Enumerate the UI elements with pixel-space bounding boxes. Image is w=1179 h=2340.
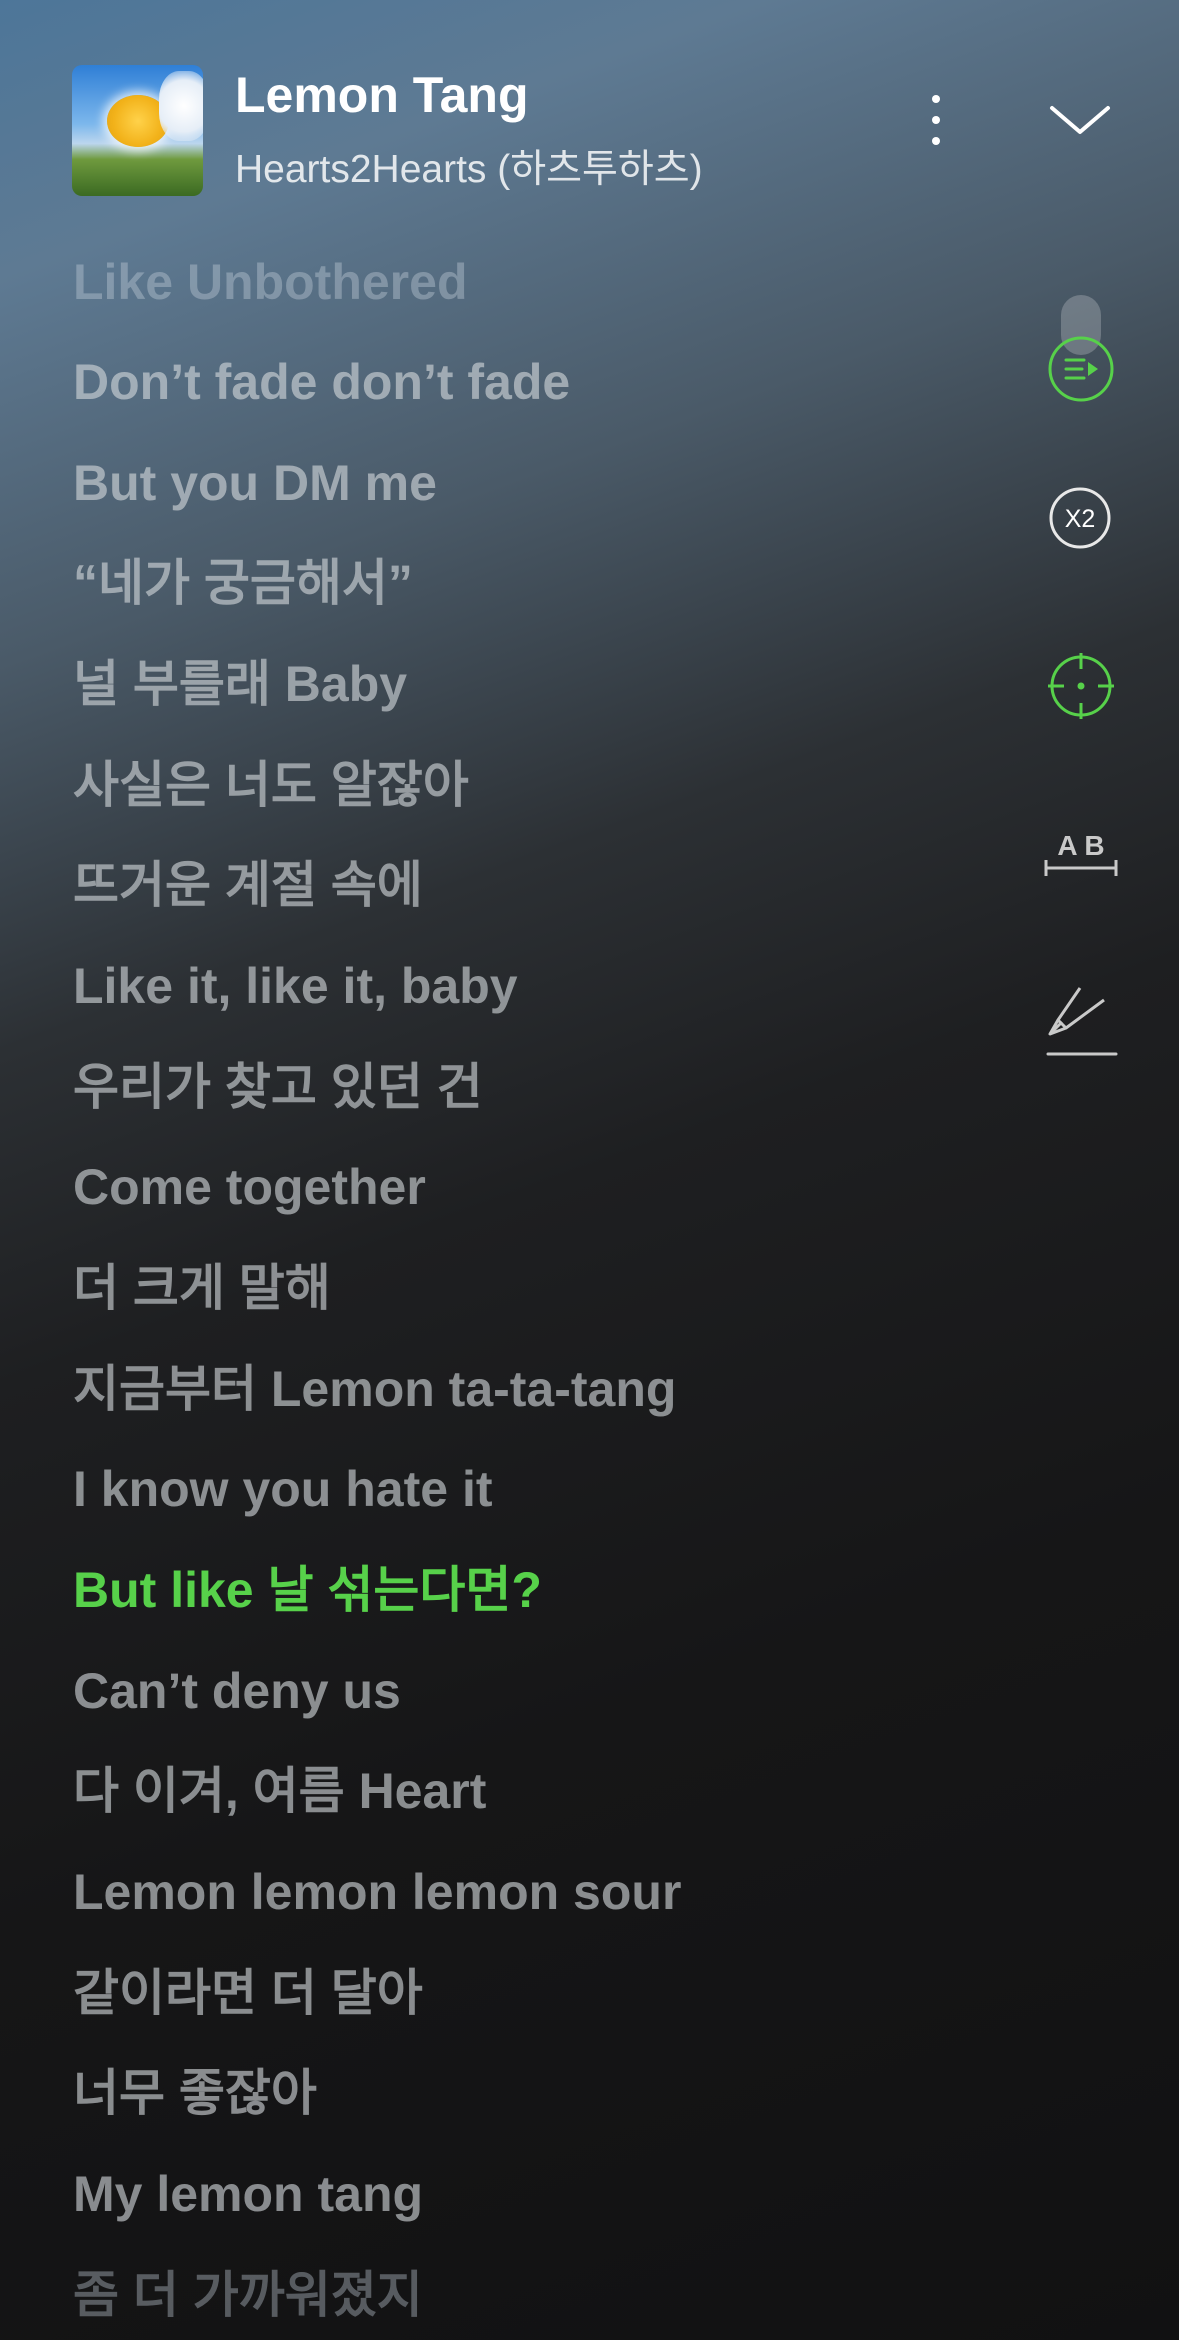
- font-size-label: A B: [1057, 830, 1104, 861]
- lyric-line[interactable]: 우리가 찾고 있던 건: [73, 1057, 483, 1117]
- collapse-button[interactable]: [1040, 90, 1120, 150]
- font-size-button[interactable]: A B: [1040, 822, 1122, 882]
- chevron-down-icon: [1050, 106, 1110, 134]
- album-art-cloud: [159, 71, 203, 141]
- highlighter-pen-icon: [1046, 987, 1118, 1056]
- lyric-line[interactable]: My lemon tang: [73, 2164, 423, 2224]
- player-header: Lemon Tang Hearts2Hearts (하츠투하츠): [0, 0, 1179, 240]
- lyric-line[interactable]: Can’t deny us: [73, 1661, 401, 1721]
- lyric-line[interactable]: 다 이겨, 여름 Heart: [73, 1761, 486, 1821]
- artist-name[interactable]: Hearts2Hearts (하츠투하츠): [235, 138, 703, 194]
- auto-scroll-play-icon: [1048, 336, 1114, 402]
- focus-current-line-button[interactable]: [1046, 651, 1116, 721]
- speed-label: X2: [1065, 505, 1096, 533]
- text-size-ab-icon: A B: [1044, 830, 1118, 876]
- speed-x2-button[interactable]: X2: [1048, 486, 1112, 550]
- lyric-line[interactable]: Don’t fade don’t fade: [73, 352, 570, 412]
- lyric-line-current[interactable]: But like 날 섞는다면?: [73, 1560, 542, 1620]
- lyric-line[interactable]: 더 크게 말해: [73, 1258, 331, 1318]
- highlight-button[interactable]: [1040, 980, 1122, 1062]
- lyric-line[interactable]: But you DM me: [73, 453, 437, 513]
- lyric-line[interactable]: 사실은 너도 알잖아: [73, 755, 469, 815]
- lyric-line[interactable]: 같이라면 더 달아: [73, 1963, 423, 2023]
- more-dot: [932, 137, 940, 145]
- lyric-line[interactable]: Like it, like it, baby: [73, 956, 518, 1016]
- lyric-line[interactable]: Come together: [73, 1157, 426, 1217]
- crosshair-focus-icon: [1048, 653, 1114, 719]
- speed-x2-icon: X2: [1049, 487, 1111, 549]
- lyric-line[interactable]: 널 부를래 Baby: [73, 654, 407, 714]
- lyric-line[interactable]: I know you hate it: [73, 1459, 492, 1519]
- lyric-line[interactable]: “네가 궁금해서”: [73, 553, 413, 613]
- more-vertical-icon: [932, 95, 940, 103]
- more-dot: [932, 116, 940, 124]
- album-art[interactable]: [72, 65, 203, 196]
- lyric-line[interactable]: 뜨거운 계절 속에: [73, 855, 423, 915]
- lyric-line[interactable]: Like Unbothered: [73, 252, 467, 312]
- lyric-line[interactable]: Lemon lemon lemon sour: [73, 1862, 681, 1922]
- track-title: Lemon Tang: [235, 67, 529, 123]
- lyric-line[interactable]: 좀 더 가까워졌지: [73, 2265, 423, 2325]
- lyric-line[interactable]: 지금부터 Lemon ta-ta-tang: [73, 1359, 676, 1419]
- lyric-line[interactable]: 너무 좋잖아: [73, 2063, 317, 2123]
- more-options-button[interactable]: [905, 85, 965, 155]
- auto-scroll-button[interactable]: [1046, 334, 1116, 404]
